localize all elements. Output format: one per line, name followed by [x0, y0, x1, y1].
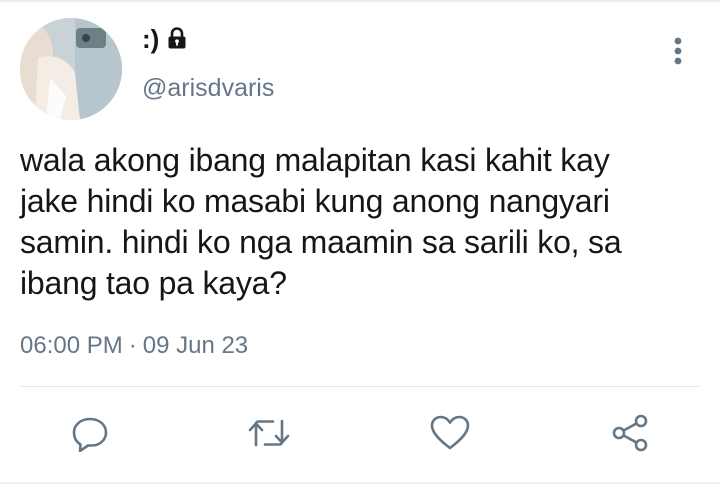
- like-button[interactable]: [427, 412, 473, 458]
- top-border: [0, 0, 720, 2]
- more-vertical-icon[interactable]: [664, 34, 692, 68]
- retweet-icon: [247, 415, 291, 456]
- share-button[interactable]: [607, 412, 653, 458]
- retweet-button[interactable]: [246, 412, 292, 458]
- user-handle[interactable]: @arisdvaris: [142, 76, 274, 101]
- tweet-actions: [0, 412, 720, 458]
- timestamp-separator: ·: [128, 332, 137, 359]
- divider: [20, 386, 700, 387]
- share-icon: [610, 413, 650, 458]
- lock-icon: [167, 26, 187, 49]
- tweet-time: 06:00 PM: [20, 332, 123, 359]
- avatar[interactable]: [20, 18, 122, 120]
- display-name[interactable]: :): [142, 26, 187, 52]
- tweet-date: 09 Jun 23: [142, 332, 249, 359]
- heart-icon: [430, 415, 470, 456]
- tweet-timestamp: 06:00 PM · 09 Jun 23: [20, 334, 248, 358]
- display-name-text: :): [142, 24, 160, 54]
- tweet-text: wala akong ibang malapitan kasi kahit ka…: [20, 142, 622, 301]
- reply-button[interactable]: [67, 412, 113, 458]
- reply-icon: [71, 414, 109, 457]
